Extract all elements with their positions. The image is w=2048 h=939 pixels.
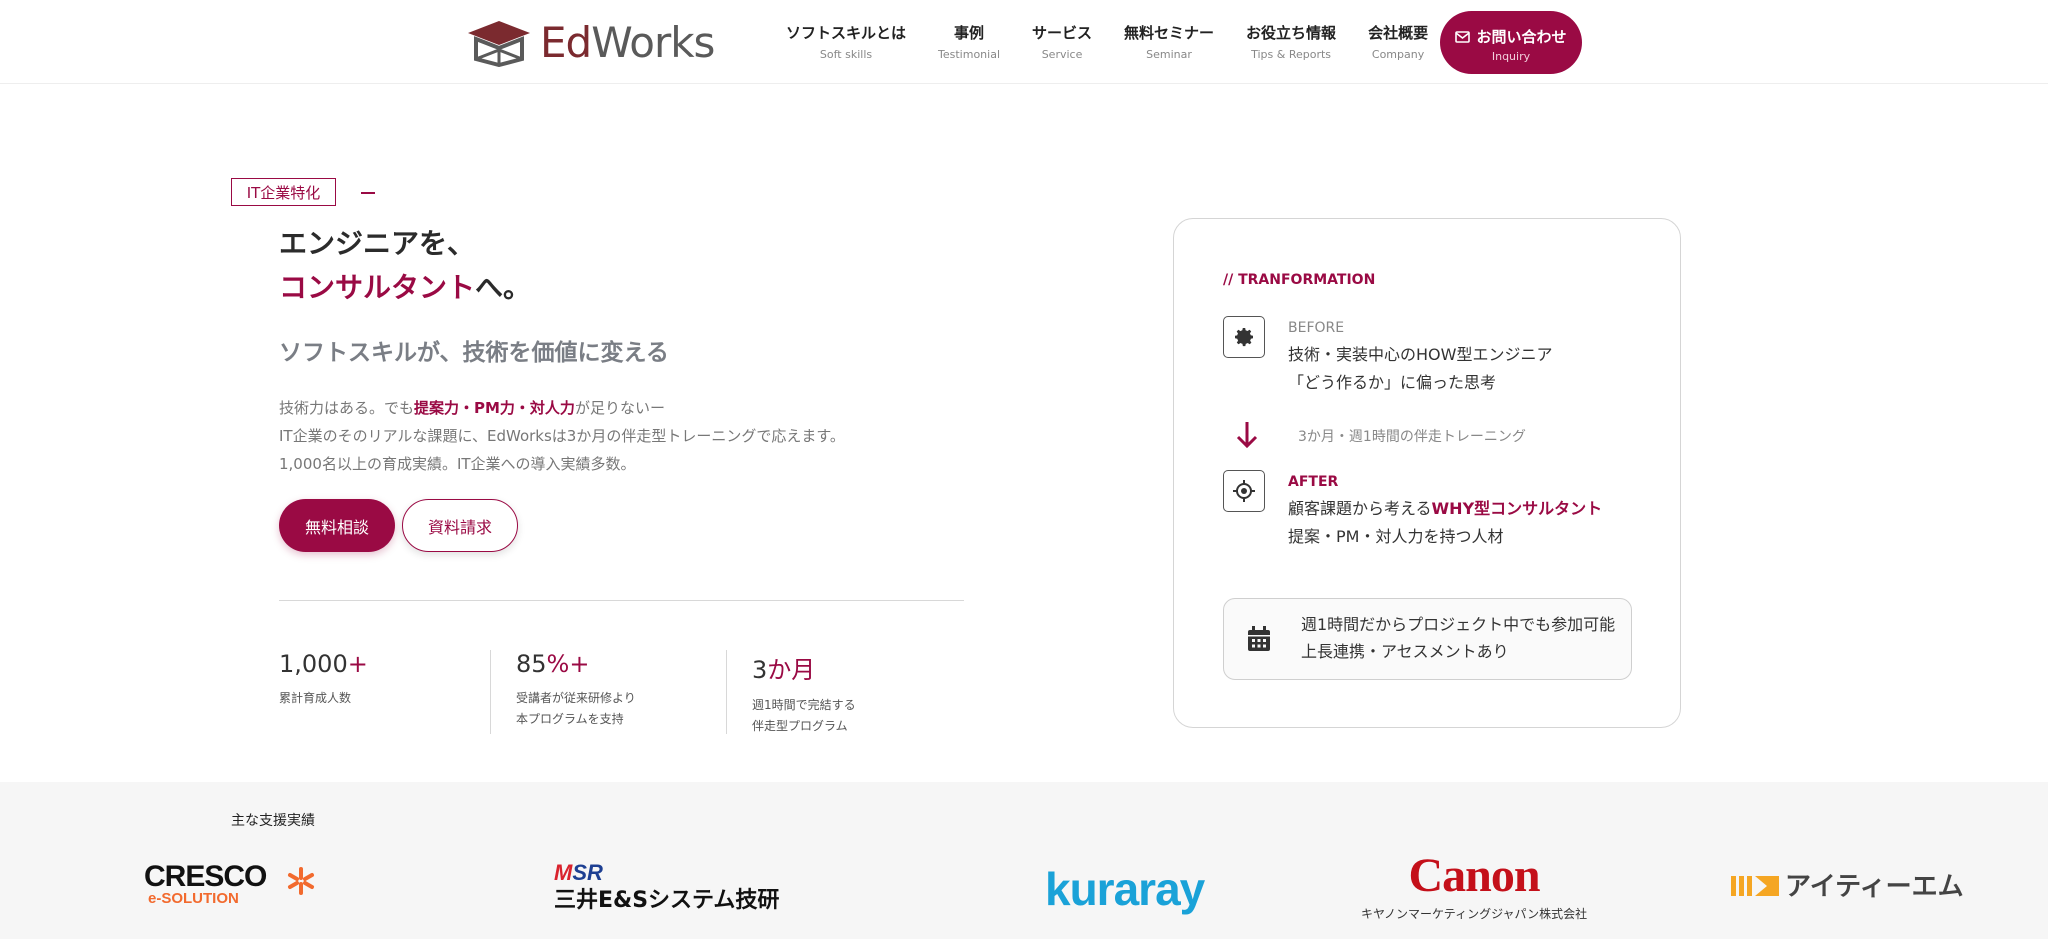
stat-trained-count: 1,000+ 累計育成人数	[279, 650, 368, 734]
main-nav: ソフトスキルとは Soft skills 事例 Testimonial サービス…	[770, 22, 1444, 61]
nav-label-jp: お役立ち情報	[1246, 24, 1337, 42]
arrow-caption: 3か月・週1時間の伴走トレーニング	[1298, 429, 1526, 445]
hero-title-line2: コンサルタントへ。	[279, 266, 531, 310]
nav-item-tips-reports[interactable]: お役立ち情報 Tips & Reports	[1230, 22, 1352, 61]
calendar-icon	[1248, 626, 1270, 651]
stat-value: 1,000+	[279, 650, 368, 678]
stat-label: 累計育成人数	[279, 691, 352, 705]
nav-label-jp: ソフトスキルとは	[786, 24, 907, 42]
mitsui-es-logo: MSR 三井E&Sシステム技研	[554, 860, 780, 913]
mail-icon	[1455, 30, 1471, 43]
transformation-card: // TRANFORMATION BEFORE 技術・実装中心のHOW型エンジニ…	[1173, 218, 1681, 728]
free-consultation-button[interactable]: 無料相談	[279, 499, 395, 552]
clients-title: 主な支援実績	[231, 813, 315, 829]
nav-label-en: Soft skills	[819, 48, 873, 61]
nav-label-en: Service	[1041, 48, 1083, 61]
arrow-down-icon	[1236, 422, 1258, 449]
cresco-logo: CRESCO e-SOLUTION	[144, 860, 314, 907]
logo-text: EdWorks	[540, 17, 715, 67]
inquiry-label: お問い合わせ	[1476, 28, 1567, 46]
nav-label-jp: サービス	[1032, 24, 1093, 42]
nav-label-jp: 会社概要	[1368, 24, 1429, 42]
stat-separator	[726, 650, 727, 734]
edworks-logo[interactable]: EdWorks	[464, 16, 715, 68]
before-label: BEFORE	[1288, 320, 1345, 336]
card-tag: // TRANFORMATION	[1223, 272, 1376, 288]
stat-value: 85%+	[516, 650, 590, 678]
desc-highlight: 提案力・PM力・対人力	[414, 399, 575, 417]
hero-description: 技術力はある。でも提案力・PM力・対人力が足りないー IT企業のそのリアルな課題…	[279, 394, 845, 478]
after-text: 顧客課題から考えるWHY型コンサルタント 提案・PM・対人力を持つ人材	[1288, 499, 1603, 546]
cresco-star-icon	[288, 867, 314, 895]
hero-divider	[279, 600, 964, 601]
nav-label-jp: 事例	[954, 24, 985, 42]
nav-item-seminar[interactable]: 無料セミナー Seminar	[1108, 22, 1230, 61]
nav-label-jp: 無料セミナー	[1124, 24, 1215, 42]
hero-title-accent: コンサルタント	[279, 271, 476, 304]
gear-icon	[1235, 328, 1253, 347]
inquiry-sublabel: Inquiry	[1491, 50, 1531, 63]
nav-item-company[interactable]: 会社概要 Company	[1352, 22, 1444, 61]
stat-program-length: 3か月 週1時間で完結する 伴走型プログラム	[752, 650, 856, 734]
hero-subtitle: ソフトスキルが、技術を価値に変える	[279, 340, 669, 366]
nav-label-en: Seminar	[1146, 48, 1192, 61]
weekly-note-box: 週1時間だからプロジェクト中でも参加可能 上長連携・アセスメントあり	[1223, 598, 1632, 680]
site-header: EdWorks ソフトスキルとは Soft skills 事例 Testimon…	[0, 0, 2048, 84]
stat-label: 受講者が従来研修より 本プログラムを支持	[516, 691, 636, 726]
request-materials-button[interactable]: 資料請求	[402, 499, 518, 552]
nav-item-service[interactable]: サービス Service	[1016, 22, 1108, 61]
desc-line3: 1,000名以上の育成実績。IT企業への導入実績多数。	[279, 455, 636, 473]
inquiry-button[interactable]: お問い合わせ Inquiry	[1440, 11, 1582, 74]
nav-item-soft-skills[interactable]: ソフトスキルとは Soft skills	[770, 22, 922, 61]
after-icon-box	[1223, 470, 1265, 512]
hero-title-line1: エンジニアを、	[279, 227, 476, 260]
desc-line1: 技術力はある。でも提案力・PM力・対人力が足りないー	[279, 399, 665, 417]
kuraray-logo: kuraray	[1045, 863, 1205, 915]
hero-title: エンジニアを、 コンサルタントへ。	[279, 222, 531, 310]
before-icon-box	[1223, 316, 1265, 358]
target-icon	[1233, 480, 1255, 502]
note-text: 週1時間だからプロジェクト中でも参加可能 上長連携・アセスメントあり	[1301, 615, 1616, 661]
canon-logo: Canon キヤノンマーケティングジャパン株式会社	[1361, 849, 1588, 921]
after-label: AFTER	[1288, 474, 1339, 490]
itm-logo: アイティーエム	[1731, 866, 1964, 903]
nav-item-testimonial[interactable]: 事例 Testimonial	[922, 22, 1016, 61]
nav-label-en: Tips & Reports	[1251, 48, 1332, 61]
it-specialized-badge: IT企業特化	[231, 178, 336, 206]
itm-mark-icon	[1731, 875, 1779, 896]
nav-label-en: Company	[1371, 48, 1425, 61]
clients-section: 主な支援実績 CRESCO e-SOLUTION MSR 三井E&Sシステム技研…	[0, 782, 2048, 939]
stat-separator	[490, 650, 491, 734]
stat-label: 週1時間で完結する 伴走型プログラム	[752, 698, 856, 733]
stat-value: 3か月	[752, 656, 816, 684]
badge-dash-decoration	[361, 192, 375, 194]
stat-support-rate: 85%+ 受講者が従来研修より 本プログラムを支持	[516, 650, 636, 734]
nav-label-en: Testimonial	[938, 48, 1001, 61]
desc-line2: IT企業のそのリアルな課題に、EdWorksは3か月の伴走型トレーニングで応えま…	[279, 427, 845, 445]
hero-title-suffix: へ。	[475, 271, 532, 304]
graduation-cap-icon	[468, 21, 530, 67]
before-text: 技術・実装中心のHOW型エンジニア 「どう作るか」に偏った思考	[1288, 345, 1553, 392]
